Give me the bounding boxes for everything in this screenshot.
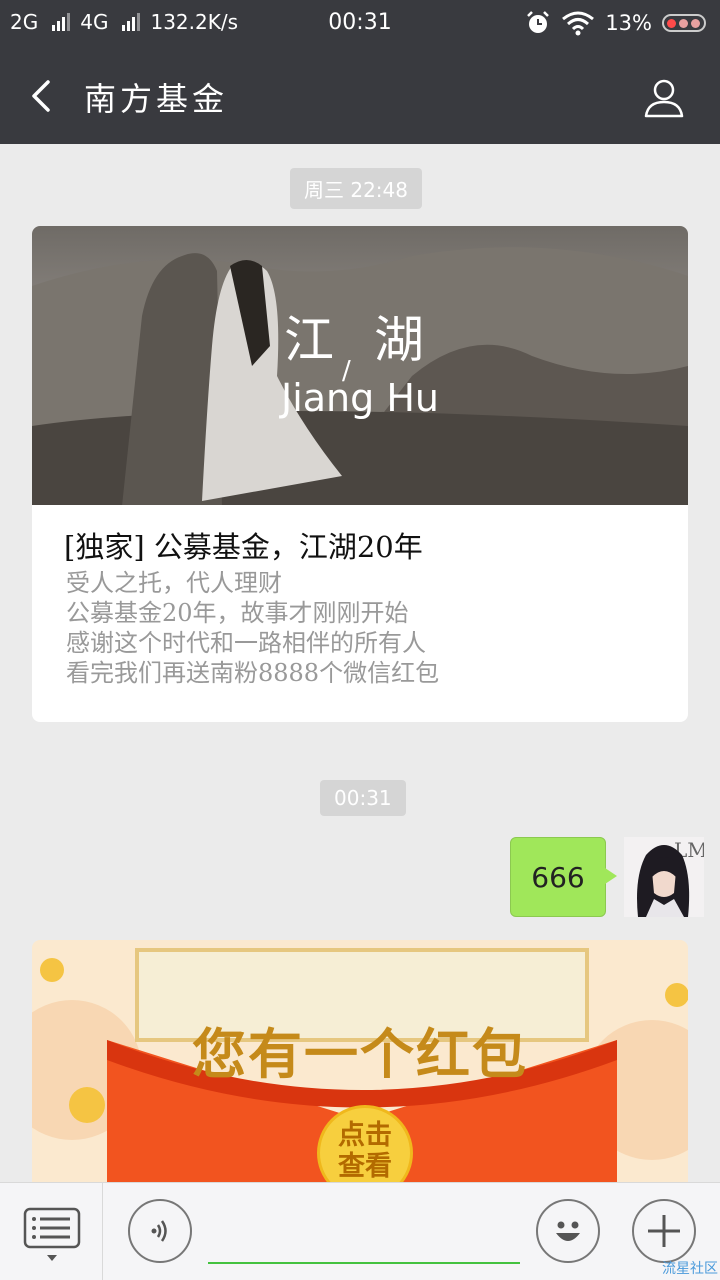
article-line: 看完我们再送南粉8888个微信红包: [66, 659, 440, 687]
cover-title-en: Jiang Hu: [281, 376, 439, 420]
more-button[interactable]: [632, 1199, 696, 1263]
back-arrow-icon[interactable]: [22, 76, 62, 116]
article-line: 公募基金20年，故事才刚刚开始: [66, 599, 409, 627]
watermark: 流星社区: [662, 1261, 718, 1277]
alarm-icon: [527, 11, 550, 33]
article-line: 受人之托，代人理财: [66, 569, 282, 597]
article-description: 受人之托，代人理财 公募基金20年，故事才刚刚开始 感谢这个时代和一路相伴的所有…: [66, 568, 439, 688]
article-line: 感谢这个时代和一路相伴的所有人: [66, 629, 426, 657]
plus-icon: [648, 1215, 680, 1247]
article-card[interactable]: 江 湖 / Jiang Hu [独家] 公募基金，江湖20年 受人之托，代人理财…: [32, 226, 688, 722]
cover-title-cn: 江 湖: [284, 311, 436, 369]
page-title: 南方基金: [84, 80, 229, 118]
open-red-packet-button[interactable]: 点击 查看: [317, 1105, 413, 1190]
chat-timestamp: 周三 22:48: [290, 168, 422, 209]
article-cover-image: 江 湖 / Jiang Hu: [32, 226, 688, 505]
message-input[interactable]: [208, 1262, 520, 1264]
battery-icon: [662, 14, 706, 32]
message-text: 666: [531, 860, 585, 894]
red-packet-button-line: 查看: [338, 1151, 392, 1182]
sent-message-bubble[interactable]: 666: [510, 837, 617, 917]
emoji-button[interactable]: [536, 1199, 600, 1263]
red-packet-card[interactable]: 您有一个红包 点击 查看: [32, 940, 688, 1190]
emoji-icon: [556, 1221, 580, 1241]
chat-input-bar: [0, 1182, 720, 1280]
chat-timestamp: 00:31: [320, 780, 406, 816]
battery-percent: 13%: [605, 11, 652, 35]
avatar[interactable]: LM: [624, 837, 704, 917]
title-bar: 南方基金: [0, 50, 720, 144]
voice-icon: [151, 1220, 167, 1242]
menu-list-icon: [23, 1207, 81, 1261]
voice-button[interactable]: [128, 1199, 192, 1263]
status-bar: 2G 4G 132.2K/s 00:31 13%: [0, 0, 720, 50]
red-packet-button-line: 点击: [338, 1120, 392, 1151]
article-title: [独家] 公募基金，江湖20年: [64, 530, 423, 564]
person-icon[interactable]: [642, 76, 686, 120]
wifi-icon: [562, 11, 595, 36]
menu-toggle-button[interactable]: [0, 1183, 103, 1280]
red-packet-headline: 您有一个红包: [192, 1022, 528, 1086]
